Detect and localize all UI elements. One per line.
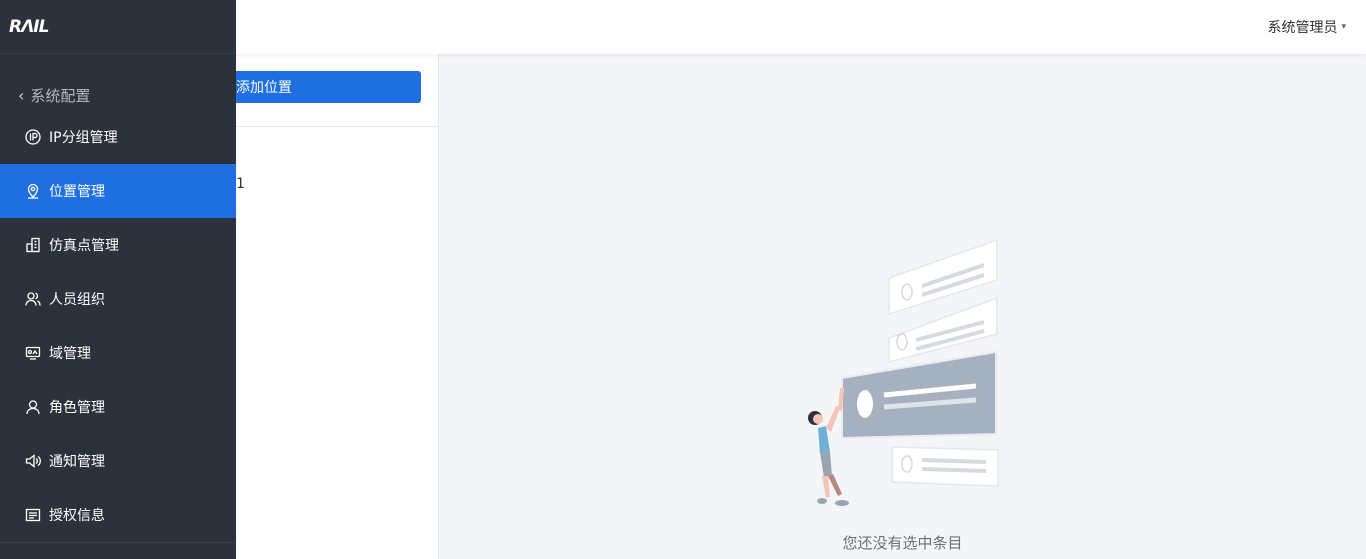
logo-area: RΛIL [0,0,236,54]
add-location-button[interactable]: 添加位置 [216,71,421,103]
brand-logo: RΛIL [9,16,49,37]
sidebar-item-simulation-points[interactable]: 仿真点管理 [0,218,236,272]
sidebar-item-license[interactable]: 授权信息 [0,488,236,542]
sidebar-item-organization[interactable]: 人员组织 [0,272,236,326]
sidebar-item-label: 授权信息 [49,508,105,524]
empty-illustration [808,238,999,506]
speaker-icon [25,453,41,469]
sidebar-item-roles[interactable]: 角色管理 [0,380,236,434]
back-label: 系统配置 [30,86,91,105]
back-to-system-config[interactable]: ‹ 系统配置 [0,54,236,110]
sidebar-item-label: 位置管理 [49,184,105,200]
chevron-left-icon: ‹ [18,85,25,105]
sidebar-item-label: 域管理 [49,346,91,362]
ip-icon [25,129,41,145]
user-menu[interactable]: 系统管理员 ▾ [1267,17,1346,37]
building-icon [25,237,41,253]
user-icon [25,399,41,415]
domain-icon [25,345,41,361]
location-icon [25,183,41,199]
sidebar-item-locations[interactable]: 位置管理 [0,164,236,218]
empty-message: 您还没有选中条目 [842,534,963,552]
sidebar-item-ip-groups[interactable]: IP分组管理 [0,110,236,164]
user-name: 系统管理员 [1267,20,1338,36]
sidebar-item-notifications[interactable]: 通知管理 [0,434,236,488]
sidebar: RΛIL ‹ 系统配置 IP分组管理 位置管理 仿真点管理 人员组织 域管理 角… [0,0,236,559]
detail-empty-state: 您还没有选中条目 [439,54,1366,559]
users-icon [25,291,41,307]
caret-down-icon: ▾ [1341,22,1346,32]
sidebar-item-label: 角色管理 [49,400,105,416]
sidebar-item-label: IP分组管理 [49,130,118,146]
sidebar-item-label: 通知管理 [49,454,105,470]
license-icon [25,507,41,523]
sidebar-item-domains[interactable]: 域管理 [0,326,236,380]
location-tree-node[interactable]: 1 [236,176,245,192]
sidebar-item-label: 人员组织 [49,292,105,308]
sidebar-divider [0,542,236,543]
sidebar-item-label: 仿真点管理 [49,238,119,254]
